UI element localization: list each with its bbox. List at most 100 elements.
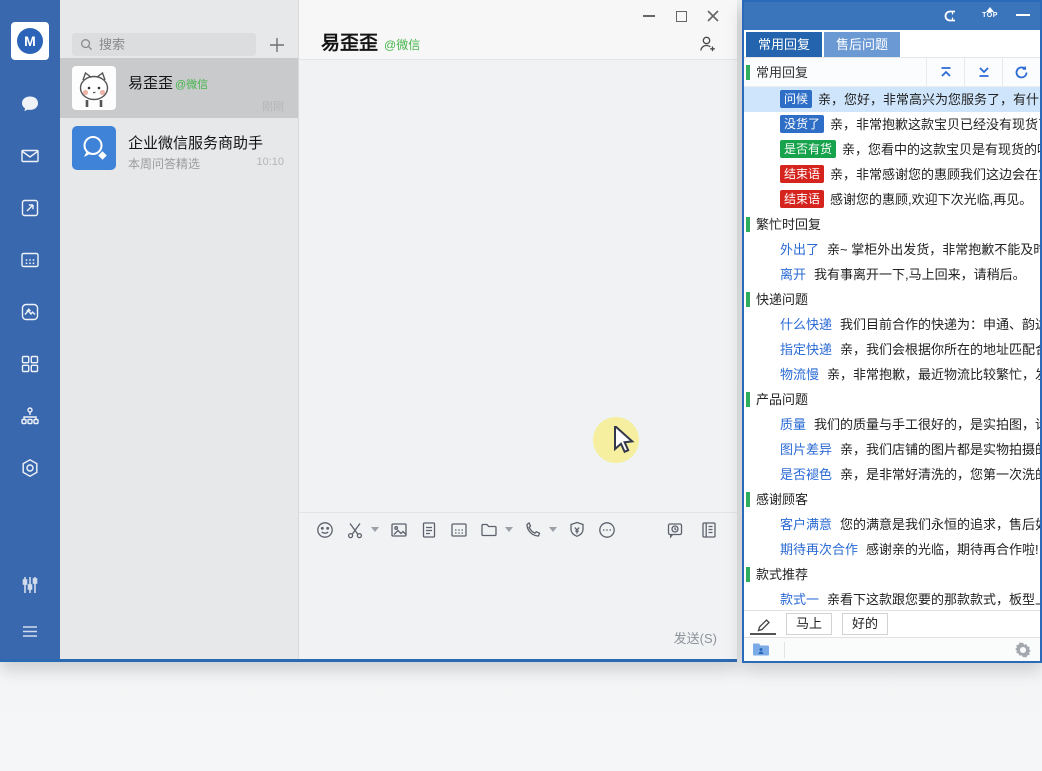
- reply-title-link[interactable]: 图片差异: [780, 442, 832, 457]
- reply-title-link[interactable]: 款式一: [780, 592, 819, 607]
- reply-title-link[interactable]: 期待再次合作: [780, 542, 858, 557]
- section-title: 感谢顾客: [756, 492, 808, 507]
- reply-item[interactable]: 什么快递我们目前合作的快递为：申通、韵达...: [744, 312, 1040, 337]
- reply-section[interactable]: 快递问题: [744, 287, 1040, 312]
- reply-tag[interactable]: 没货了: [780, 115, 824, 133]
- reply-item[interactable]: 是否有货亲，您看中的这款宝贝是有现货的呢...: [744, 137, 1040, 162]
- mouse-cursor: [613, 426, 639, 456]
- quick-button[interactable]: 马上: [786, 613, 832, 635]
- gear-icon[interactable]: [1014, 641, 1032, 659]
- workbench-icon[interactable]: [18, 196, 42, 220]
- image-icon[interactable]: [389, 519, 411, 541]
- chat-icon[interactable]: [18, 92, 42, 116]
- add-button[interactable]: [266, 34, 288, 56]
- folder-dropdown-icon[interactable]: [505, 527, 513, 532]
- reply-item[interactable]: 指定快递亲，我们会根据你所在的地址匹配合...: [744, 337, 1040, 362]
- send-button[interactable]: 发送(S): [674, 628, 717, 647]
- reply-title-link[interactable]: 质量: [780, 417, 806, 432]
- reply-item[interactable]: 客户满意您的满意是我们永恒的追求，售后如...: [744, 512, 1040, 537]
- reply-item[interactable]: 质量我们的质量与手工很好的，是实拍图，请...: [744, 412, 1040, 437]
- notes-icon[interactable]: [699, 519, 721, 541]
- reply-tag[interactable]: 问候: [780, 90, 812, 108]
- chat-history-icon[interactable]: [665, 519, 687, 541]
- panel-minimize-icon[interactable]: [1016, 14, 1030, 16]
- collapse-all-button[interactable]: [926, 58, 964, 86]
- reply-section[interactable]: 款式推荐: [744, 562, 1040, 587]
- org-chart-icon[interactable]: [18, 404, 42, 428]
- folder-icon[interactable]: [479, 519, 501, 541]
- app-logo[interactable]: M: [11, 22, 49, 60]
- reply-item[interactable]: 没货了亲，非常抱歉这款宝贝已经没有现货了...: [744, 112, 1040, 137]
- call-icon[interactable]: [523, 519, 545, 541]
- reply-title-link[interactable]: 客户满意: [780, 517, 832, 532]
- payment-icon[interactable]: [567, 519, 589, 541]
- maximize-button[interactable]: [665, 4, 697, 28]
- magnet-dock-icon[interactable]: [942, 8, 958, 24]
- reply-title-link[interactable]: 什么快递: [780, 317, 832, 332]
- reply-title-link[interactable]: 外出了: [780, 242, 819, 257]
- chat-item-time: 刚刚: [262, 98, 284, 114]
- reply-text: 亲，非常抱歉，最近物流比较繁忙，发...: [827, 367, 1040, 382]
- reply-item[interactable]: 外出了亲~ 掌柜外出发货，非常抱歉不能及时...: [744, 237, 1040, 262]
- call-dropdown-icon[interactable]: [549, 527, 557, 532]
- expand-all-button[interactable]: [964, 58, 1002, 86]
- reply-item[interactable]: 离开我有事离开一下,马上回来，请稍后。: [744, 262, 1040, 287]
- mail-icon[interactable]: [18, 144, 42, 168]
- refresh-button[interactable]: [1002, 58, 1040, 86]
- screenshot-dropdown-icon[interactable]: [371, 527, 379, 532]
- chat-message-area[interactable]: [299, 60, 737, 511]
- reply-tag[interactable]: 结束语: [780, 190, 824, 208]
- reply-item[interactable]: 是否褪色亲，是非常好清洗的，您第一次洗的...: [744, 462, 1040, 487]
- reply-text: 我们的质量与手工很好的，是实拍图，请...: [814, 417, 1040, 432]
- reply-title-link[interactable]: 是否褪色: [780, 467, 832, 482]
- menu-icon[interactable]: [18, 619, 42, 643]
- reply-tag[interactable]: 是否有货: [780, 140, 836, 158]
- apps-grid-icon[interactable]: [18, 352, 42, 376]
- chat-list-item[interactable]: 易歪歪@微信 刚刚: [60, 58, 298, 118]
- group-header: 常用回复: [744, 58, 1040, 87]
- reply-item[interactable]: 图片差异亲，我们店铺的图片都是实物拍摄的...: [744, 437, 1040, 462]
- reply-title-link[interactable]: 物流慢: [780, 367, 819, 382]
- reply-title-link[interactable]: 离开: [780, 267, 806, 282]
- folder-icon[interactable]: [752, 642, 770, 657]
- search-box[interactable]: [72, 33, 256, 56]
- reply-item[interactable]: 问候亲，您好，非常高兴为您服务了，有什么...: [744, 87, 1040, 112]
- reply-title-link[interactable]: 指定快递: [780, 342, 832, 357]
- screenshot-icon[interactable]: [345, 519, 367, 541]
- divider: [784, 642, 785, 658]
- package-icon[interactable]: [18, 456, 42, 480]
- panel-titlebar[interactable]: TOP: [744, 2, 1040, 30]
- tab-common-replies[interactable]: 常用回复: [746, 32, 822, 57]
- search-input[interactable]: [99, 37, 229, 52]
- emoji-icon[interactable]: [315, 519, 337, 541]
- filters-icon[interactable]: [18, 573, 42, 597]
- section-title: 款式推荐: [756, 567, 808, 582]
- section-marker: [746, 292, 750, 307]
- reply-text: 亲，您看中的这款宝贝是有现货的呢...: [842, 142, 1040, 157]
- pin-top-icon[interactable]: TOP: [978, 6, 1002, 19]
- chat-list-item[interactable]: 企业微信服务商助手 本周问答精选 10:10: [60, 118, 298, 178]
- reply-section[interactable]: 产品问题: [744, 387, 1040, 412]
- file-icon[interactable]: [419, 519, 441, 541]
- gallery-icon[interactable]: [18, 300, 42, 324]
- wechat-badge: @微信: [175, 79, 208, 91]
- schedule-icon[interactable]: [449, 519, 471, 541]
- tab-after-sales[interactable]: 售后问题: [824, 32, 900, 57]
- more-icon[interactable]: [597, 519, 619, 541]
- section-title: 快递问题: [756, 292, 808, 307]
- chat-toolbar: [299, 512, 737, 546]
- reply-section[interactable]: 繁忙时回复: [744, 212, 1040, 237]
- close-button[interactable]: [697, 4, 729, 28]
- reply-item[interactable]: 物流慢亲，非常抱歉，最近物流比较繁忙，发...: [744, 362, 1040, 387]
- minimize-button[interactable]: [633, 4, 665, 28]
- add-member-button[interactable]: [697, 34, 717, 54]
- calendar-icon[interactable]: [18, 248, 42, 272]
- edit-icon[interactable]: [750, 614, 776, 635]
- reply-item[interactable]: 款式一亲看下这款跟您要的那款款式，板型上...: [744, 587, 1040, 612]
- quick-button[interactable]: 好的: [842, 613, 888, 635]
- reply-item[interactable]: 结束语感谢您的惠顾,欢迎下次光临,再见。: [744, 187, 1040, 212]
- reply-item[interactable]: 期待再次合作感谢亲的光临，期待再合作啦!，...: [744, 537, 1040, 562]
- reply-tag[interactable]: 结束语: [780, 165, 824, 183]
- reply-section[interactable]: 感谢顾客: [744, 487, 1040, 512]
- reply-item[interactable]: 结束语亲，非常感谢您的惠顾我们这边会在第...: [744, 162, 1040, 187]
